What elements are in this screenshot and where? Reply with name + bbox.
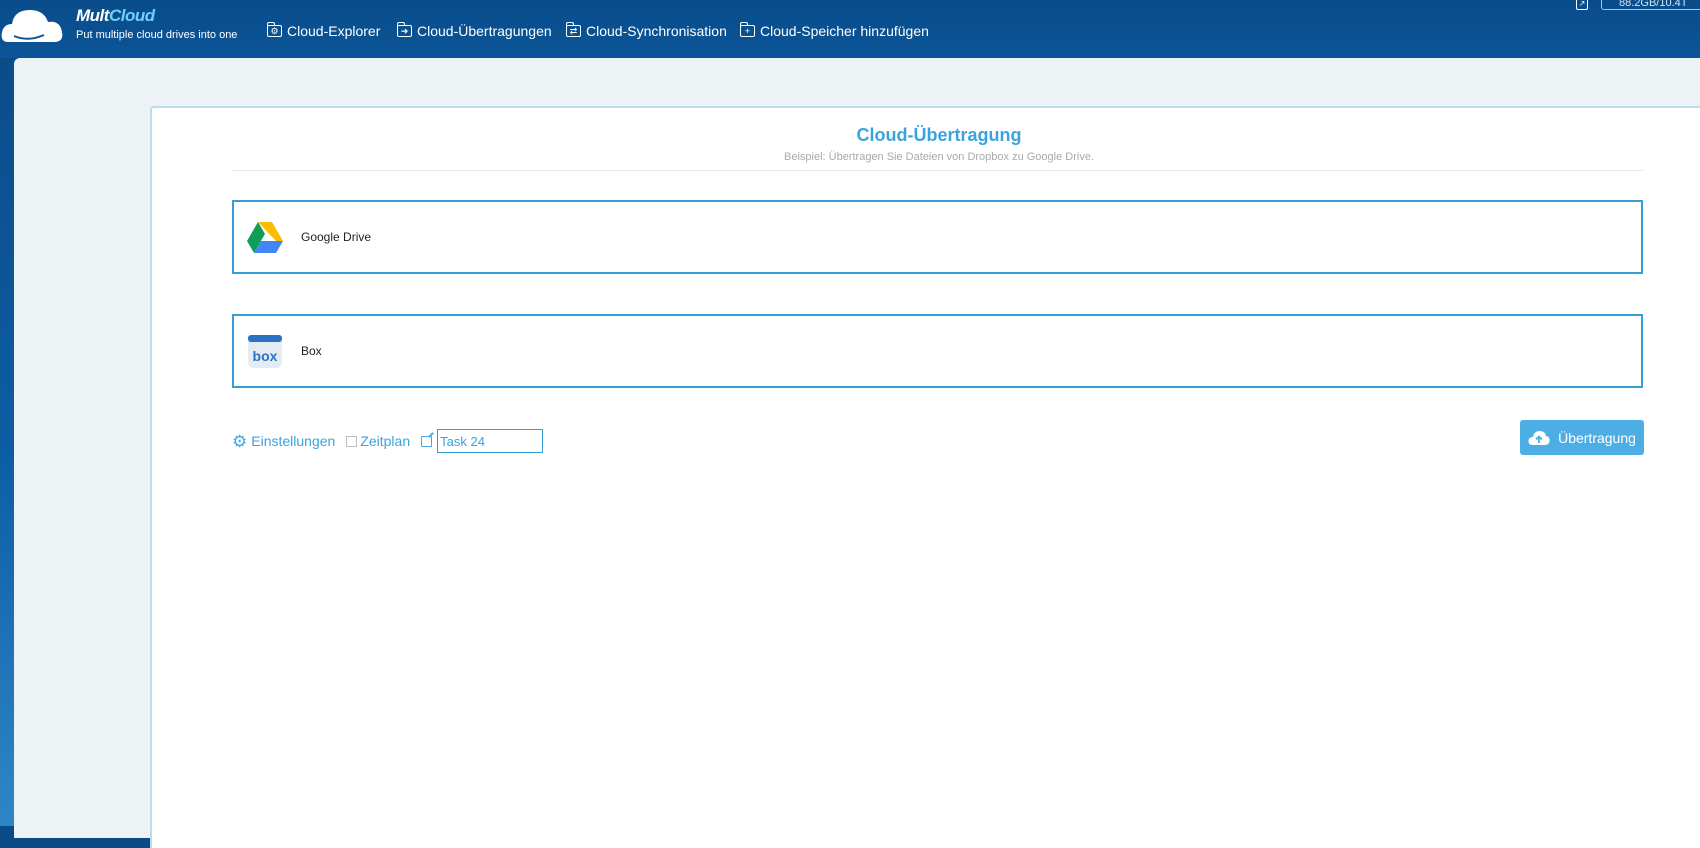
transfer-button[interactable]: Übertragung xyxy=(1520,420,1644,455)
nav-cloud-explorer[interactable]: ⚙ Cloud-Explorer xyxy=(267,22,381,39)
gear-icon: ⚙ xyxy=(232,431,248,451)
multcloud-logo-icon[interactable] xyxy=(0,2,68,46)
schedule-label: Zeitplan xyxy=(360,433,411,449)
nav-cloud-transfers[interactable]: ➜ Cloud-Übertragungen xyxy=(397,22,552,39)
task-name-group xyxy=(410,429,544,453)
nav-label: Cloud-Synchronisation xyxy=(586,23,727,39)
transfer-panel: Cloud-Übertragung Beispiel: Übertragen S… xyxy=(150,106,1700,848)
page-title: Cloud-Übertragung xyxy=(856,125,1022,145)
transfer-button-label: Übertragung xyxy=(1558,429,1636,446)
folder-settings-icon: ⚙ xyxy=(267,22,282,37)
target-drive-label: Box xyxy=(301,344,322,358)
task-name-input[interactable] xyxy=(437,429,544,453)
svg-text:box: box xyxy=(253,348,278,364)
target-drive-selector[interactable]: box Box xyxy=(232,314,1643,388)
schedule-checkbox[interactable] xyxy=(346,435,358,447)
chart-icon[interactable]: ↗ xyxy=(1576,0,1588,10)
nav-label: Cloud-Übertragungen xyxy=(417,23,552,39)
options-row: ⚙ Einstellungen Zeitplan xyxy=(232,426,544,456)
settings-button[interactable]: ⚙ Einstellungen xyxy=(232,433,335,450)
google-drive-icon xyxy=(247,222,283,253)
divider xyxy=(232,170,1643,171)
nav-label: Cloud-Speicher hinzufügen xyxy=(760,23,929,39)
box-icon: box xyxy=(248,335,282,368)
folder-sync-icon: ⇄ xyxy=(566,22,581,37)
nav-cloud-sync[interactable]: ⇄ Cloud-Synchronisation xyxy=(566,22,727,39)
source-drive-label: Google Drive xyxy=(301,230,372,244)
folder-add-icon: + xyxy=(740,22,755,37)
settings-label: Einstellungen xyxy=(251,433,336,449)
folder-transfer-icon: ➜ xyxy=(397,22,412,37)
schedule-option[interactable]: Zeitplan xyxy=(335,433,410,449)
top-header: MultCloud Put multiple cloud drives into… xyxy=(0,0,1700,58)
cloud-upload-icon xyxy=(1528,430,1550,445)
brand-tagline: Put multiple cloud drives into one xyxy=(76,29,238,41)
storage-usage: 88.2GB/10.4T xyxy=(1601,0,1700,10)
source-drive-selector[interactable]: Google Drive xyxy=(232,200,1643,274)
brand-name: MultCloud xyxy=(76,6,155,25)
edit-icon xyxy=(421,435,433,447)
nav-label: Cloud-Explorer xyxy=(287,23,381,39)
page-subtitle: Beispiel: Übertragen Sie Dateien von Dro… xyxy=(784,151,1094,163)
nav-add-cloud[interactable]: + Cloud-Speicher hinzufügen xyxy=(740,22,929,39)
